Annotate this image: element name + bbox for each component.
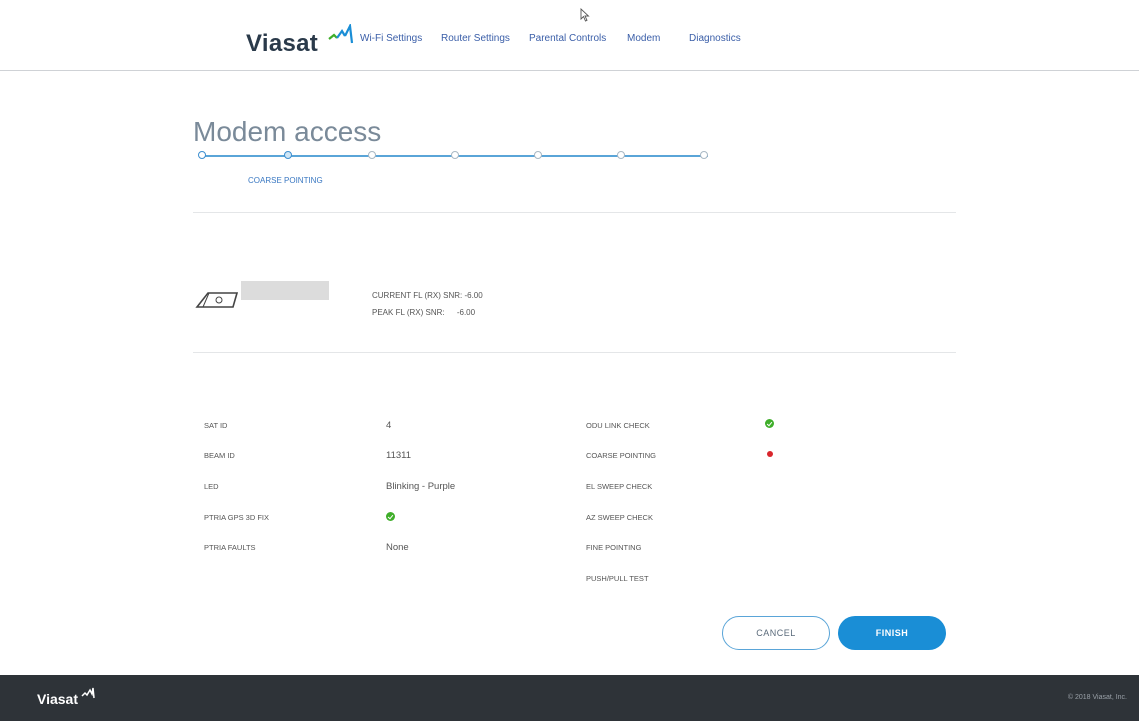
step-6: [617, 151, 625, 159]
copyright-text: © 2018 Viasat, Inc.: [1067, 694, 1127, 701]
step-1: [198, 151, 206, 159]
current-step-label: COARSE POINTING: [248, 176, 323, 185]
el-sweep-check-label: EL SWEEP CHECK: [586, 482, 653, 491]
current-snr-label: CURRENT FL (RX) SNR:: [372, 291, 463, 300]
current-snr: CURRENT FL (RX) SNR: -6.00: [372, 291, 483, 300]
satellite-dish-icon: [195, 292, 239, 308]
beam-id-label: BEAM ID: [204, 451, 235, 460]
section-divider-top: [193, 212, 956, 213]
gps-fix-label: PTRIA GPS 3D FIX: [204, 513, 270, 522]
step-3: [368, 151, 376, 159]
sat-id-label: SAT ID: [204, 421, 228, 430]
push-pull-test-label: PUSH/PULL TEST: [586, 574, 649, 583]
fine-pointing-check-label: FINE POINTING: [586, 543, 642, 552]
sat-id-value: 4: [386, 420, 392, 431]
step-7: [700, 151, 708, 159]
led-label: LED: [204, 482, 219, 491]
nav-wifi-settings[interactable]: Wi-Fi Settings: [360, 33, 422, 44]
peak-snr-value: -6.00: [456, 308, 476, 317]
page-footer: Viasat © 2018 Viasat, Inc.: [0, 675, 1139, 721]
finish-button[interactable]: FINISH: [838, 616, 946, 650]
current-snr-value: -6.00: [464, 291, 483, 300]
step-5: [534, 151, 542, 159]
step-2: [284, 151, 292, 159]
footer-logo-text: Viasat: [37, 691, 78, 707]
progress-stepper: [198, 150, 712, 162]
logo-mark-icon: [328, 24, 354, 44]
cancel-button[interactable]: CANCEL: [722, 616, 830, 650]
coarse-pointing-error-icon: [767, 451, 773, 457]
nav-diagnostics[interactable]: Diagnostics: [689, 33, 741, 44]
nav-parental-controls[interactable]: Parental Controls: [529, 33, 606, 44]
peak-snr: PEAK FL (RX) SNR: -6.00: [372, 308, 475, 317]
coarse-pointing-check-label: COARSE POINTING: [586, 451, 657, 460]
footer-logo[interactable]: Viasat: [37, 687, 95, 707]
faults-label: PTRIA FAULTS: [204, 543, 256, 552]
footer-logo-mark-icon: [81, 687, 95, 699]
page-title: Modem access: [193, 115, 382, 147]
led-value: Blinking - Purple: [386, 481, 456, 492]
az-sweep-check-label: AZ SWEEP CHECK: [586, 513, 653, 522]
nav-modem[interactable]: Modem: [627, 33, 660, 44]
beam-id-value: 11311: [386, 450, 412, 461]
step-4: [451, 151, 459, 159]
gps-fix-ok-icon: [386, 512, 395, 521]
section-divider-bottom: [193, 352, 956, 353]
mouse-cursor-icon: [580, 8, 590, 22]
signal-strength-bar: [241, 281, 329, 300]
odu-link-check-label: ODU LINK CHECK: [586, 421, 650, 430]
nav-router-settings[interactable]: Router Settings: [441, 33, 510, 44]
logo-text: Viasat: [246, 30, 319, 57]
faults-value: None: [386, 542, 409, 553]
peak-snr-label: PEAK FL (RX) SNR:: [372, 308, 445, 317]
viasat-logo[interactable]: Viasat: [246, 24, 354, 58]
header-divider: [0, 70, 1139, 71]
odu-link-ok-icon: [765, 419, 774, 428]
